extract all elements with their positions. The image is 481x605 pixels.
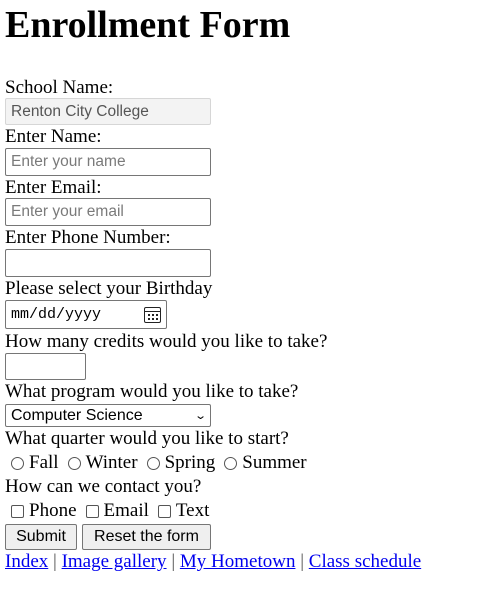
quarter-radio-group: Fall Winter Spring Summer [5, 452, 310, 474]
radio-winter-label: Winter [85, 452, 138, 473]
birthday-date-field[interactable]: mm/dd/yyyy [5, 300, 167, 329]
link-separator: | [171, 551, 176, 572]
checkbox-text-label: Text [175, 500, 210, 521]
link-index[interactable]: Index [5, 551, 48, 572]
program-selected-value: Computer Science [11, 406, 143, 424]
enrollment-page: Enrollment Form School Name: Renton City… [0, 0, 481, 605]
email-label: Enter Email: [5, 177, 102, 198]
credits-field[interactable] [5, 353, 86, 380]
school-name-label: School Name: [5, 77, 114, 98]
footer-nav: Index | Image gallery | My Hometown | Cl… [5, 550, 421, 574]
name-label: Enter Name: [5, 126, 102, 147]
birthday-label: Please select your Birthday [5, 278, 213, 299]
checkbox-phone-label: Phone [29, 500, 77, 521]
credits-label: How many credits would you like to take? [5, 331, 328, 352]
radio-fall[interactable] [11, 456, 24, 470]
checkbox-text[interactable] [157, 504, 171, 518]
quarter-label: What quarter would you like to start? [5, 428, 289, 449]
email-placeholder: Enter your email [11, 203, 124, 220]
school-name-field[interactable]: Renton City College [5, 98, 211, 125]
checkbox-phone[interactable] [11, 504, 24, 518]
radio-spring[interactable] [146, 456, 160, 470]
name-placeholder: Enter your name [11, 153, 126, 170]
link-separator: | [300, 551, 305, 572]
radio-winter[interactable] [67, 456, 81, 470]
program-select[interactable]: Computer Science ⌄ [5, 404, 211, 427]
name-field[interactable]: Enter your name [5, 148, 211, 176]
link-class-schedule[interactable]: Class schedule [309, 551, 421, 572]
radio-summer-label: Summer [242, 452, 307, 473]
program-label: What program would you like to take? [5, 381, 299, 402]
calendar-icon[interactable] [144, 306, 161, 323]
chevron-down-icon: ⌄ [193, 410, 207, 422]
submit-button[interactable]: Submit [5, 524, 77, 550]
school-name-value: Renton City College [11, 102, 149, 120]
contact-checkbox-group: Phone Email Text [5, 500, 212, 522]
link-my-hometown[interactable]: My Hometown [180, 551, 296, 572]
birthday-placeholder: mm/dd/yyyy [11, 306, 102, 323]
radio-fall-label: Fall [29, 452, 59, 473]
checkbox-email[interactable] [85, 504, 99, 518]
contact-label: How can we contact you? [5, 476, 202, 497]
link-image-gallery[interactable]: Image gallery [62, 551, 167, 572]
checkbox-email-label: Email [103, 500, 149, 521]
phone-label: Enter Phone Number: [5, 227, 171, 248]
radio-summer[interactable] [224, 456, 238, 470]
page-title: Enrollment Form [5, 4, 291, 46]
phone-field[interactable] [5, 249, 211, 277]
link-separator: | [53, 551, 57, 572]
email-field[interactable]: Enter your email [5, 198, 211, 226]
reset-button[interactable]: Reset the form [82, 524, 211, 550]
radio-spring-label: Spring [164, 452, 216, 473]
